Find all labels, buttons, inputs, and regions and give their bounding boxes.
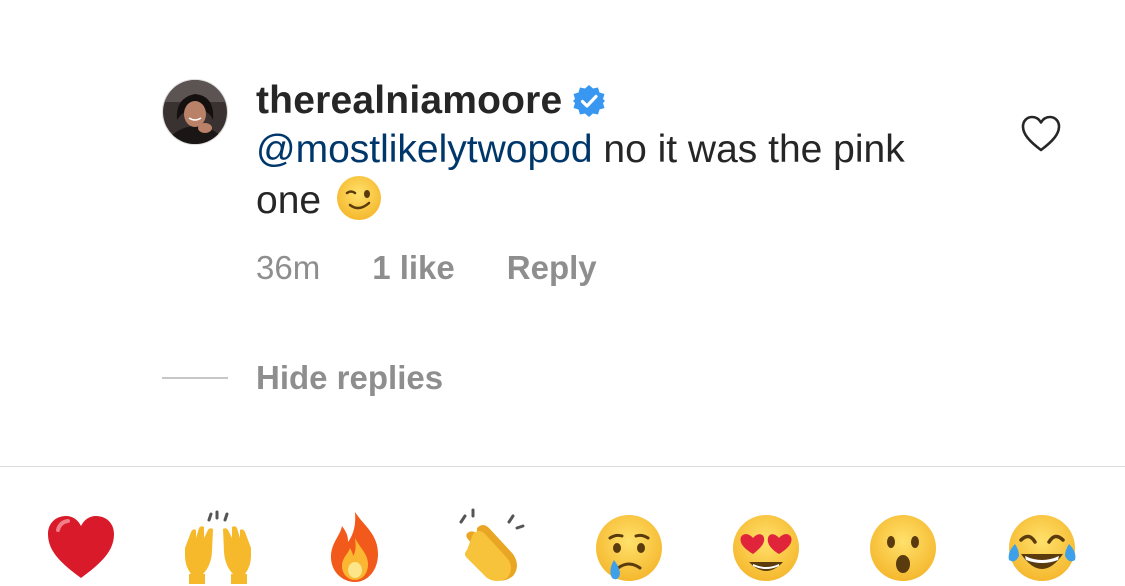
heart-eyes-face-icon[interactable] <box>729 508 803 586</box>
astonished-face-icon[interactable] <box>866 508 940 586</box>
fire-icon[interactable] <box>318 508 392 586</box>
username[interactable]: therealniamoore <box>256 79 562 123</box>
reaction-bar-divider <box>0 466 1125 467</box>
raising-hands-icon[interactable] <box>181 508 255 586</box>
mention-link[interactable]: @mostlikelytwopod <box>256 128 593 171</box>
comment-meta: 36m 1 like Reply <box>256 246 597 290</box>
replies-divider-line <box>162 377 228 379</box>
hide-replies-button[interactable]: Hide replies <box>256 359 443 397</box>
timestamp[interactable]: 36m <box>256 249 320 287</box>
winking-face-icon <box>335 174 383 222</box>
red-heart-icon[interactable] <box>44 508 118 586</box>
tears-of-joy-face-icon[interactable] <box>1005 508 1079 586</box>
hide-replies-row[interactable]: Hide replies <box>162 356 443 400</box>
verified-badge-icon <box>572 84 606 118</box>
like-heart-icon[interactable] <box>1020 114 1062 154</box>
emoji-reaction-bar <box>0 508 1125 586</box>
comment-header: therealniamoore <box>256 78 606 124</box>
crying-face-icon[interactable] <box>592 508 666 586</box>
likes-count[interactable]: 1 like <box>372 249 455 287</box>
clapping-hands-icon[interactable] <box>455 508 529 586</box>
comment-text: @mostlikelytwopod no it was the pink one <box>256 126 956 225</box>
reply-button[interactable]: Reply <box>507 249 597 287</box>
avatar[interactable] <box>162 79 228 145</box>
